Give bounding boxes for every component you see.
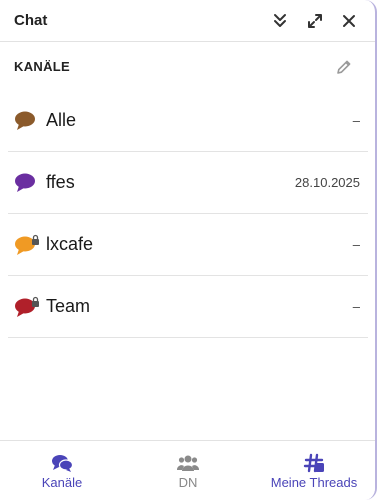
chat-bubbles-icon [51,453,74,473]
channel-meta: – [352,113,360,128]
panel-title: Chat [14,12,48,29]
channel-meta: – [352,299,360,314]
chat-header: Chat [0,0,375,42]
collapse-icon[interactable] [270,11,290,31]
chat-bubble-icon [14,109,40,133]
nav-label: Kanäle [41,475,83,490]
bottom-nav: Kanäle DN Meine Threads [0,440,375,500]
locked-chat-bubble-icon [14,295,40,319]
channel-name: Team [46,296,91,316]
channel-name: lxcafe [46,234,94,254]
nav-label: DN [178,475,198,490]
channel-item-lxcafe[interactable]: lxcafe – [8,214,368,276]
hashtag-icon [303,453,325,473]
nav-tab-channels[interactable]: Kanäle [22,441,102,500]
channel-meta: – [352,237,360,252]
locked-chat-bubble-icon [14,233,40,257]
close-icon[interactable] [339,11,359,31]
channel-name: ffes [46,172,75,192]
nav-tab-dn[interactable]: DN [148,441,228,500]
channels-section-title: KANÄLE [14,59,70,74]
chat-bubble-icon [14,171,40,195]
pencil-icon[interactable] [334,57,354,77]
channel-item-ffes[interactable]: ffes 28.10.2025 [8,152,368,214]
expand-icon[interactable] [305,11,325,31]
chat-panel: Chat KANÄLE Alle – ffes 28.10.2025 lxcaf… [0,0,377,500]
channel-item-alle[interactable]: Alle – [8,90,368,152]
nav-label: Meine Threads [270,475,358,490]
channel-item-team[interactable]: Team – [8,276,368,338]
channel-meta: 28.10.2025 [294,175,360,190]
channel-name: Alle [46,110,77,130]
users-icon [176,453,200,473]
nav-tab-my-threads[interactable]: Meine Threads [262,441,366,500]
